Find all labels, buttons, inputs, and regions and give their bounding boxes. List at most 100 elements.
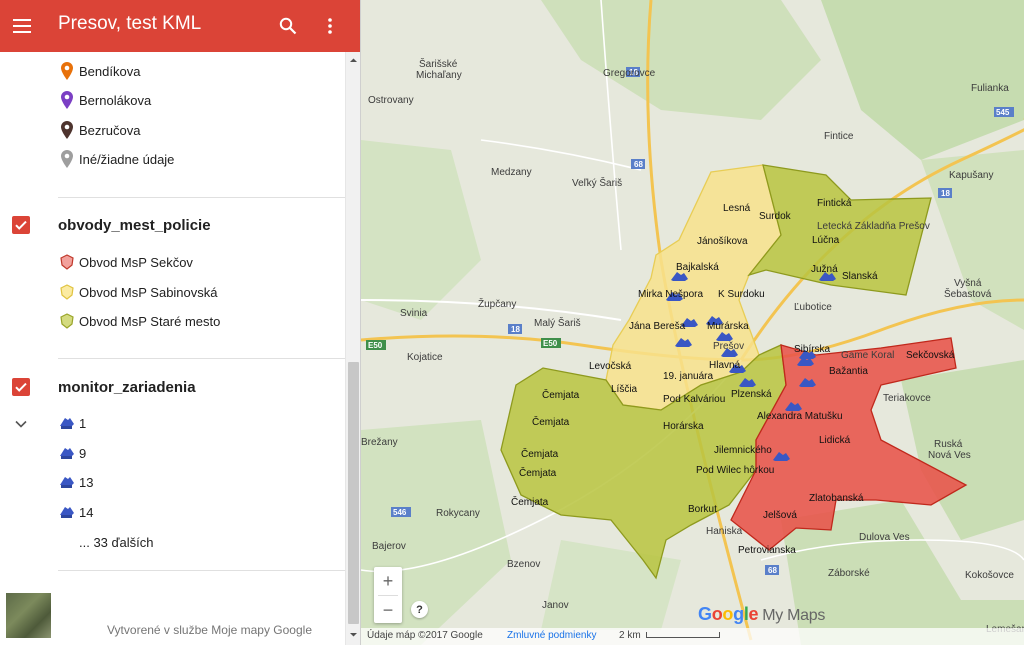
scroll-down-arrow-icon[interactable]	[349, 630, 358, 639]
google-my-maps-logo[interactable]: Google My Maps	[698, 604, 825, 625]
list-item[interactable]: 13	[58, 471, 93, 493]
layer-checkbox[interactable]	[12, 378, 30, 396]
more-items-link[interactable]: ... 33 ďalších	[79, 535, 153, 550]
place-label: Game Koral	[841, 350, 894, 361]
place-label: Borkut	[688, 504, 717, 515]
map-canvas[interactable]: 18 68 545 18 18 E50 E50 546 68 Šarišské M…	[361, 0, 1024, 645]
place-label: Plzenská	[731, 389, 772, 400]
route-shield-label: 68	[768, 566, 777, 575]
place-label: Šarišské Michaľany	[416, 57, 462, 81]
zoom-control: + −	[374, 567, 402, 623]
layer-title[interactable]: obvody_mest_policie	[58, 217, 211, 234]
place-label: Čemjata	[532, 415, 570, 428]
place-label: Gregorovce	[603, 68, 656, 79]
zoom-out-button[interactable]: −	[374, 596, 402, 624]
pin-icon	[58, 61, 75, 81]
place-label: Letecká Základňa Prešov	[817, 221, 930, 232]
legend-label: Bezručova	[79, 122, 141, 138]
legend-item[interactable]: Iné/žiadne údaje	[58, 148, 174, 170]
layer-checkbox[interactable]	[12, 216, 30, 234]
more-options-button[interactable]	[316, 0, 344, 52]
place-label: K Surdoku	[718, 289, 765, 300]
place-label: Dulova Ves	[859, 532, 910, 543]
place-label: Čemjata	[542, 388, 580, 401]
route-shield-label: 546	[393, 508, 407, 517]
place-label: Čemjata	[519, 466, 557, 479]
list-item[interactable]: 14	[58, 501, 93, 523]
place-label: Jánošíkova	[697, 236, 748, 247]
search-icon	[279, 17, 297, 35]
zoom-in-button[interactable]: +	[374, 567, 402, 595]
legend-label: Bendíkova	[79, 63, 141, 79]
camera-marker-icon	[58, 472, 75, 492]
item-label: 14	[79, 504, 94, 520]
scroll-up-arrow-icon[interactable]	[349, 56, 358, 65]
route-shield-label: 68	[634, 160, 643, 169]
place-label: Sekčovská	[906, 350, 955, 361]
place-label: Bažantia	[829, 366, 868, 377]
place-label: Lúčna	[812, 235, 840, 246]
place-label: Hlavná	[709, 360, 741, 371]
place-label: Lidická	[819, 435, 851, 446]
panel-scrollbar[interactable]	[345, 52, 360, 645]
place-label: Malý Šariš	[534, 316, 581, 329]
place-label: Petrovianska	[738, 545, 796, 556]
list-item[interactable]: 1	[58, 412, 86, 434]
route-shield-label: E50	[543, 339, 558, 348]
divider	[58, 197, 345, 198]
chevron-down-icon[interactable]	[13, 416, 29, 432]
item-label: 1	[79, 415, 87, 431]
place-label: Čemjata	[511, 495, 549, 508]
place-label: Murárska	[707, 321, 749, 332]
place-label: Janov	[542, 600, 569, 611]
legend-item[interactable]: Obvod MsP Staré mesto	[58, 310, 220, 332]
scale-label[interactable]: 2 km	[619, 630, 641, 641]
place-label: Brežany	[361, 437, 398, 448]
list-item[interactable]: 9	[58, 442, 86, 464]
legend-item[interactable]: Bernolákova	[58, 89, 151, 111]
check-icon	[15, 382, 27, 392]
footer-credit[interactable]: Vytvorené v službe Moje mapy Google	[107, 623, 312, 637]
map-title[interactable]: Presov, test KML	[58, 12, 201, 36]
layer-title[interactable]: monitor_zariadenia	[58, 379, 196, 396]
side-panel: Presov, test KML Bendíkova Bernolákova B…	[0, 0, 361, 645]
place-label: Bajkalská	[676, 262, 719, 273]
legend-label: Iné/žiadne údaje	[79, 151, 175, 167]
legend-item[interactable]: Bezručova	[58, 119, 140, 141]
help-button[interactable]: ?	[411, 601, 428, 618]
place-label: Mirka Nešpora	[638, 289, 703, 300]
search-button[interactable]	[272, 0, 304, 52]
layer-list: Bendíkova Bernolákova Bezručova Iné/žiad…	[0, 52, 345, 645]
pin-icon	[58, 149, 75, 169]
place-label: Pod Kalváriou	[663, 394, 725, 405]
logo-google-text: Google	[698, 604, 759, 624]
item-label: 13	[79, 474, 94, 490]
place-label: Južná	[811, 264, 838, 275]
route-shield-label: 18	[511, 325, 520, 334]
place-label: Svinia	[400, 308, 428, 319]
place-label: Jána Bereša	[629, 321, 686, 332]
map-data-credit: Údaje máp ©2017 Google	[367, 630, 483, 641]
place-label: Bajerov	[372, 541, 406, 552]
place-label: Lesná	[723, 203, 751, 214]
place-label: Rokycany	[436, 508, 480, 519]
place-label: Líščia	[611, 384, 638, 395]
legend-item[interactable]: Obvod MsP Sabinovská	[58, 281, 218, 303]
scroll-thumb[interactable]	[348, 362, 359, 624]
scale-bar	[646, 632, 720, 638]
place-label: Medzany	[491, 167, 532, 178]
legend-item[interactable]: Bendíkova	[58, 60, 140, 82]
place-label: Ľubotice	[794, 302, 832, 313]
place-label: Slanská	[842, 271, 878, 282]
camera-marker-icon	[58, 413, 75, 433]
place-label: Fintice	[824, 131, 854, 142]
legend-item[interactable]: Obvod MsP Sekčov	[58, 251, 193, 273]
terms-link[interactable]: Zmluvné podmienky	[507, 630, 596, 641]
satellite-basemap-thumbnail[interactable]	[6, 593, 51, 638]
legend-label: Obvod MsP Staré mesto	[79, 313, 221, 329]
place-label: Jelšová	[763, 510, 797, 521]
place-label: Alexandra Matušku	[757, 411, 843, 422]
polygon-icon	[58, 252, 75, 272]
place-label: Župčany	[478, 297, 516, 310]
menu-button[interactable]	[6, 0, 38, 52]
